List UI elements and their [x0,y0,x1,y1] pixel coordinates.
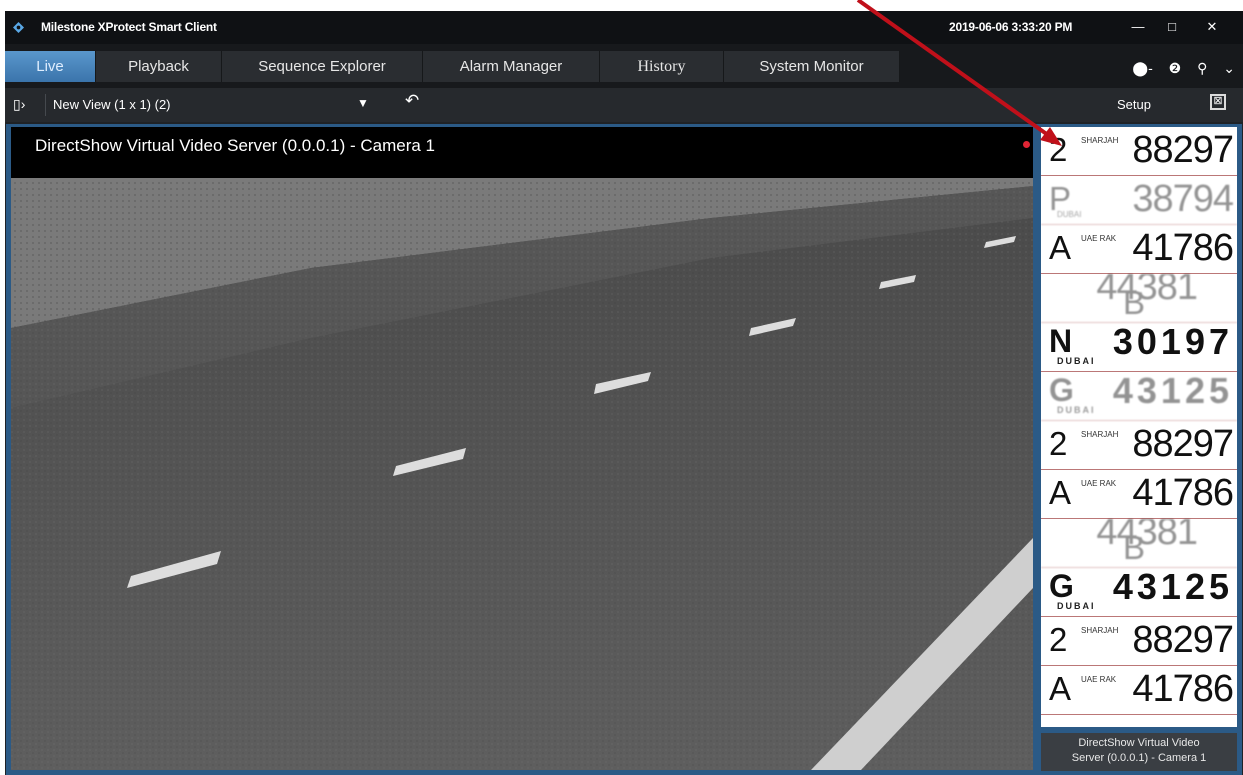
list-item[interactable]: B 44381 [1041,274,1237,323]
camera-title: DirectShow Virtual Video Server (0.0.0.1… [35,136,435,155]
chevron-down-icon[interactable]: ▼ [357,96,369,110]
list-item[interactable]: A UAE RAK 41786 [1041,470,1237,519]
tab-playback[interactable]: Playback [96,51,222,82]
chevron-down-icon[interactable]: ⌄ [1223,60,1235,77]
toolbar-divider [45,94,46,116]
tab-sequence-explorer[interactable]: Sequence Explorer [222,51,423,82]
license-plate-list[interactable]: 2 SHARJAH 88297 P DUBAI 38794 A UAE RAK … [1041,127,1237,727]
list-item[interactable]: P DUBAI 38794 [1041,176,1237,225]
app-logo-icon [13,22,24,33]
tab-live[interactable]: Live [5,51,96,82]
view-selector[interactable]: New View (1 x 1) (2) [53,97,171,112]
recording-indicator [1023,141,1030,148]
list-item[interactable]: 2 SHARJAH 88297 [1041,127,1237,176]
view-toolbar: ▯› New View (1 x 1) (2) ▼ ↶ Setup ⊠ [5,88,1243,122]
app-window: Milestone XProtect Smart Client 2019-06-… [5,11,1243,775]
tab-history[interactable]: History [600,51,724,82]
undo-icon[interactable]: ↶ [405,91,419,111]
tab-system-monitor[interactable]: System Monitor [724,51,900,82]
help-icon[interactable]: ❷ [1169,60,1182,77]
title-bar: Milestone XProtect Smart Client 2019-06-… [5,11,1243,44]
list-item[interactable]: A UAE RAK 41786 [1041,666,1237,715]
fullscreen-icon[interactable]: ⊠ [1210,94,1226,110]
tab-alarm-manager[interactable]: Alarm Manager [423,51,600,82]
camera-tile[interactable]: DirectShow Virtual Video Server (0.0.0.1… [11,127,1033,770]
pane-toggle-icon[interactable]: ▯› [13,96,25,113]
caption-line-1: DirectShow Virtual Video [1078,737,1200,749]
close-button[interactable]: ✕ [1191,17,1233,37]
minimize-button[interactable]: — [1121,17,1155,37]
list-item[interactable]: N DUBAI 30197 [1041,323,1237,372]
view-area: DirectShow Virtual Video Server (0.0.0.1… [6,124,1242,775]
list-item[interactable]: B 44381 [1041,519,1237,568]
caption-line-2: Server (0.0.0.1) - Camera 1 [1071,752,1207,764]
maximize-button[interactable]: □ [1155,17,1189,37]
list-item[interactable]: 2 SHARJAH 88297 [1041,617,1237,666]
list-item[interactable]: G DUBAI 43125 [1041,372,1237,421]
pin-icon[interactable]: ⚲ [1197,60,1207,77]
tab-bar-icons: ⬤‑ ❷ ⚲ ⌄ [1120,60,1235,80]
list-item[interactable]: G DUBAI 43125 [1041,568,1237,617]
setup-button[interactable]: Setup [1117,97,1151,112]
thumbnail-caption: DirectShow Virtual Video Server (0.0.0.1… [1041,733,1237,771]
list-item[interactable]: 2 SHARJAH 88297 [1041,421,1237,470]
camera-feed-image [11,178,1033,770]
main-tab-bar: Live Playback Sequence Explorer Alarm Ma… [5,44,1243,88]
connection-icon[interactable]: ⬤‑ [1132,60,1152,77]
list-item[interactable]: A UAE RAK 41786 [1041,225,1237,274]
app-title: Milestone XProtect Smart Client [41,20,217,34]
clock-datetime: 2019-06-06 3:33:20 PM [949,20,1073,34]
